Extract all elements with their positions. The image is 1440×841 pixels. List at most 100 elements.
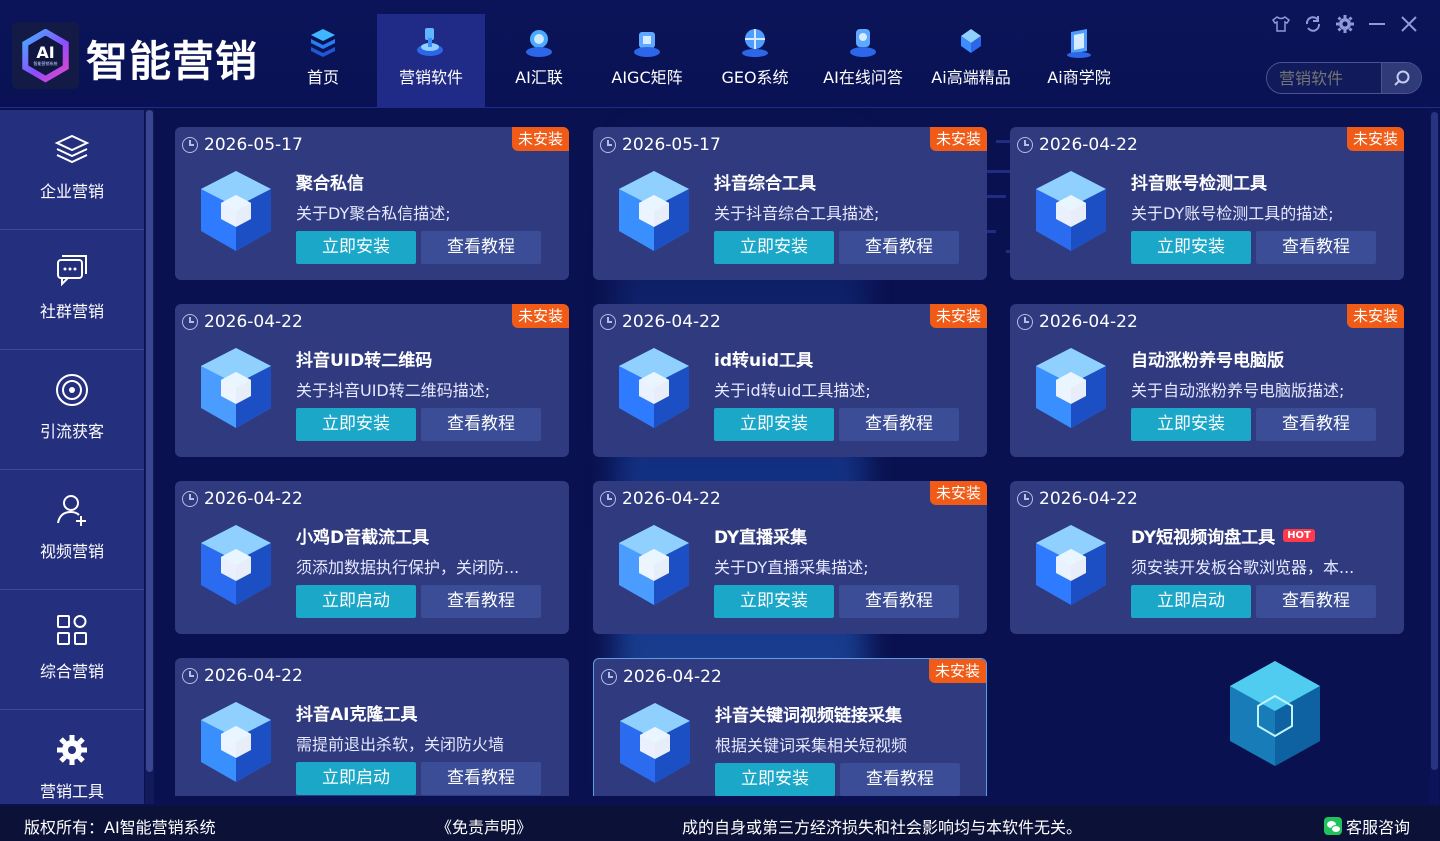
install-button[interactable]: 立即安装 [296, 408, 416, 441]
hot-badge: HOT [1283, 529, 1315, 542]
software-card[interactable]: 2026-04-22 未安装 DY直播采集 关于DY直播采集描述; 立即安装 查看教程 [593, 481, 987, 634]
card-date-text: 2026-05-17 [204, 135, 303, 155]
settings-icon[interactable] [1334, 14, 1356, 38]
tutorial-button[interactable]: 查看教程 [839, 585, 959, 618]
tutorial-button[interactable]: 查看教程 [839, 408, 959, 441]
skin-icon[interactable] [1270, 14, 1292, 38]
software-card[interactable]: 2026-04-22 抖音AI克隆工具 需提前退出杀软，关闭防火墙 立即启动 查看教程 [175, 658, 569, 796]
software-grid: 2026-05-17 未安装 聚合私信 关于DY聚合私信描述; 立即安装 查看教程 2026… [156, 110, 1428, 796]
disclaimer-link[interactable]: 《免责声明》 [436, 814, 532, 838]
minimize-icon[interactable] [1366, 14, 1388, 38]
search-button[interactable] [1381, 63, 1421, 93]
wechat-icon [1324, 817, 1342, 835]
sidebar-item-video[interactable]: 视频营销 [0, 470, 144, 590]
sidebar-scrollbar[interactable] [145, 110, 154, 804]
nav-item-premium[interactable]: Ai高端精品 [917, 14, 1025, 108]
geo-icon [742, 29, 768, 57]
nav-item-ai-link[interactable]: AI汇联 [485, 14, 593, 108]
layers-icon [54, 134, 90, 164]
tutorial-button[interactable]: 查看教程 [1256, 408, 1376, 441]
sidebar-item-enterprise[interactable]: 企业营销 [0, 110, 144, 230]
logo-subtext: 智能营销系统 [33, 60, 58, 66]
tutorial-button[interactable]: 查看教程 [421, 585, 541, 618]
sidebar-item-traffic[interactable]: 引流获客 [0, 350, 144, 470]
header: AI 智能营销系统 智能营销 首页 营销软件 AI汇联 AIGC矩阵 GEO系统 [0, 0, 1440, 108]
install-button[interactable]: 立即安装 [1131, 408, 1251, 441]
tutorial-button[interactable]: 查看教程 [1256, 585, 1376, 618]
launch-button[interactable]: 立即启动 [296, 585, 416, 618]
software-card[interactable]: 2026-04-22 小鸡D音截流工具 须添加数据执行保护，关闭防... 立即启动 查看… [175, 481, 569, 634]
card-date-text: 2026-04-22 [1039, 489, 1138, 509]
software-card[interactable]: 2026-04-22 未安装 抖音UID转二维码 关于抖音UID转二维码描述; 立即安装… [175, 304, 569, 457]
window-controls [1270, 14, 1420, 38]
card-description: 须添加数据执行保护，关闭防... [296, 558, 520, 577]
search-input[interactable] [1267, 63, 1381, 93]
status-badge: 未安装 [929, 481, 987, 505]
nav-item-home[interactable]: 首页 [269, 14, 377, 108]
software-cube-icon [1036, 348, 1106, 428]
nav-item-academy[interactable]: Ai商学院 [1025, 14, 1133, 108]
sidebar-item-label: 企业营销 [39, 182, 104, 201]
customer-service-button[interactable]: 客服咨询 [1324, 814, 1410, 838]
card-title: 聚合私信 [296, 169, 364, 194]
card-title: 抖音AI克隆工具 [296, 700, 417, 725]
card-date-text: 2026-04-22 [204, 489, 303, 509]
install-button[interactable]: 立即安装 [714, 408, 834, 441]
nav-item-geo[interactable]: GEO系统 [701, 14, 809, 108]
card-title: 抖音UID转二维码 [296, 346, 432, 371]
card-title-text: DY短视频询盘工具 [1131, 528, 1276, 548]
clock-icon [182, 491, 198, 507]
sidebar-item-comprehensive[interactable]: 综合营销 [0, 590, 144, 710]
install-button[interactable]: 立即安装 [714, 231, 834, 264]
tutorial-button[interactable]: 查看教程 [839, 231, 959, 264]
tutorial-button[interactable]: 查看教程 [421, 231, 541, 264]
software-card[interactable]: 2026-05-17 未安装 聚合私信 关于DY聚合私信描述; 立即安装 查看教程 [175, 127, 569, 280]
sidebar-item-label: 社群营销 [39, 302, 104, 321]
nav-label: Ai高端精品 [931, 68, 1011, 87]
card-date-text: 2026-04-22 [622, 489, 721, 509]
nav-label: 营销软件 [398, 68, 463, 87]
refresh-icon[interactable] [1302, 14, 1324, 38]
tutorial-button[interactable]: 查看教程 [421, 762, 541, 795]
clock-icon [182, 314, 198, 330]
launch-button[interactable]: 立即启动 [296, 762, 416, 795]
close-icon[interactable] [1398, 14, 1420, 38]
install-button[interactable]: 立即安装 [715, 763, 835, 796]
clock-icon [1017, 314, 1033, 330]
software-card[interactable]: 2026-04-22 未安装 自动涨粉养号电脑版 关于自动涨粉养号电脑版描述; 立即安装… [1010, 304, 1404, 457]
sidebar-item-community[interactable]: 社群营销 [0, 230, 144, 350]
nav-item-marketing-software[interactable]: 营销软件 [377, 14, 485, 108]
gear-icon [57, 735, 87, 765]
card-title-text: 聚合私信 [296, 174, 364, 194]
software-card[interactable]: 2026-04-22 未安装 id转uid工具 关于id转uid工具描述; 立即安装 查看… [593, 304, 987, 457]
card-title-text: 抖音AI克隆工具 [296, 705, 418, 725]
top-nav: 首页 营销软件 AI汇联 AIGC矩阵 GEO系统 AI在线问答 Ai高端精品 [269, 14, 1133, 108]
tutorial-button[interactable]: 查看教程 [1256, 231, 1376, 264]
software-card[interactable]: 2026-04-22 DY短视频询盘工具 HOT 须安装开发板谷歌浏览器，本... 立即… [1010, 481, 1404, 634]
software-cube-icon [201, 171, 271, 251]
main-scroll-thumb[interactable] [1431, 112, 1438, 770]
software-icon [417, 28, 443, 56]
software-card[interactable]: 2026-04-22 未安装 抖音关键词视频链接采集 根据关键词采集相关短视频 立即安装… [593, 658, 987, 796]
home-icon [311, 29, 335, 57]
sidebar-scroll-thumb[interactable] [146, 110, 153, 772]
tutorial-button[interactable]: 查看教程 [840, 763, 960, 796]
software-card[interactable]: 2026-04-22 未安装 抖音账号检测工具 关于DY账号检测工具的描述; 立即安装查… [1010, 127, 1404, 280]
card-description: 关于自动涨粉养号电脑版描述; [1131, 381, 1345, 400]
tutorial-button[interactable]: 查看教程 [421, 408, 541, 441]
launch-button[interactable]: 立即启动 [1131, 585, 1251, 618]
card-description: 须安装开发板谷歌浏览器，本... [1131, 558, 1355, 577]
academy-icon [1067, 29, 1091, 58]
install-button[interactable]: 立即安装 [1131, 231, 1251, 264]
software-card[interactable]: 2026-05-17 未安装 抖音综合工具 关于抖音综合工具描述; 立即安装 查看教程 [593, 127, 987, 280]
software-cube-icon [201, 348, 271, 428]
install-button[interactable]: 立即安装 [296, 231, 416, 264]
main-scrollbar[interactable] [1430, 110, 1439, 804]
nav-item-qa[interactable]: AI在线问答 [809, 14, 917, 108]
nav-label: GEO系统 [721, 68, 789, 87]
sidebar-item-tools[interactable]: 营销工具 [0, 710, 144, 804]
card-title-text: 抖音综合工具 [714, 174, 816, 194]
target-icon [56, 374, 88, 406]
nav-item-aigc-matrix[interactable]: AIGC矩阵 [593, 14, 701, 108]
install-button[interactable]: 立即安装 [714, 585, 834, 618]
